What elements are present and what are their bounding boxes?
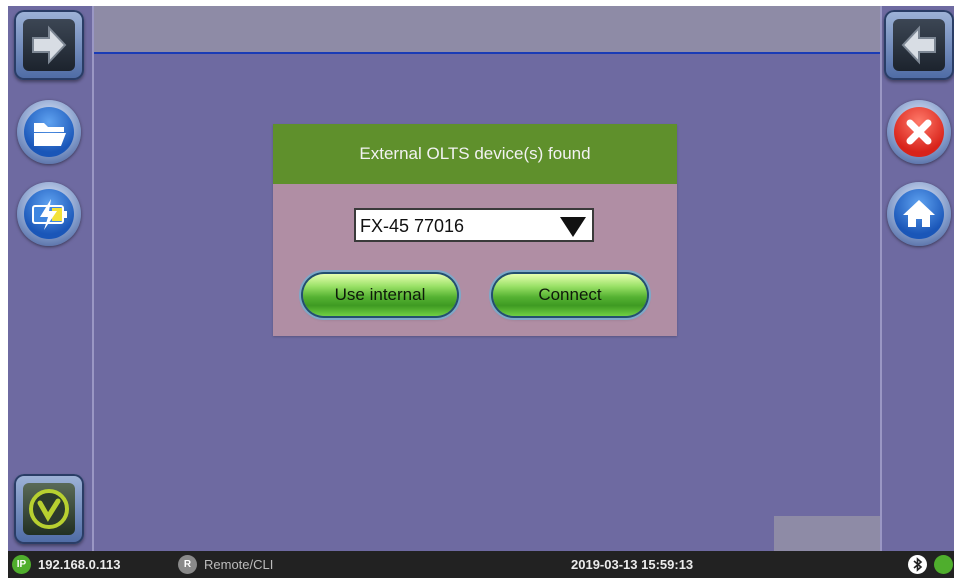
device-found-dialog: External OLTS device(s) found FX-45 7701… [273, 124, 677, 336]
connect-button[interactable]: Connect [493, 274, 647, 316]
app-screen: External OLTS device(s) found FX-45 7701… [8, 6, 954, 578]
bluetooth-icon [908, 555, 927, 574]
remote-icon: R [178, 555, 197, 574]
logo-v-icon [29, 489, 69, 529]
ip-icon: IP [12, 555, 31, 574]
battery-charge-icon [32, 199, 67, 230]
back-button[interactable] [884, 10, 954, 80]
power-plug-icon [934, 555, 953, 574]
dialog-title: External OLTS device(s) found [273, 124, 677, 184]
home-button[interactable] [887, 182, 951, 246]
folder-open-icon [34, 123, 66, 146]
forward-button[interactable] [14, 10, 84, 80]
ip-address: 192.168.0.113 [38, 557, 121, 572]
device-select-value: FX-45 77016 [360, 216, 465, 236]
status-bar: IP 192.168.0.113 R Remote/CLI 2019-03-13… [8, 551, 954, 578]
arrow-right-icon [32, 25, 67, 65]
device-select[interactable]: FX-45 77016 [354, 208, 594, 242]
info-panel [774, 516, 880, 551]
dropdown-arrow-icon[interactable] [560, 217, 586, 237]
logo-button[interactable] [14, 474, 84, 544]
arrow-left-icon [901, 25, 936, 65]
header-bar [94, 6, 880, 54]
right-sidebar [880, 6, 954, 551]
power-status-button[interactable] [17, 182, 81, 246]
close-button[interactable] [887, 100, 951, 164]
use-internal-button[interactable]: Use internal [303, 274, 457, 316]
open-folder-button[interactable] [17, 100, 81, 164]
remote-status[interactable]: Remote/CLI [204, 551, 273, 578]
home-icon [903, 200, 935, 227]
datetime: 2019-03-13 15:59:13 [571, 557, 694, 572]
close-icon [906, 119, 932, 145]
left-sidebar [8, 6, 94, 551]
